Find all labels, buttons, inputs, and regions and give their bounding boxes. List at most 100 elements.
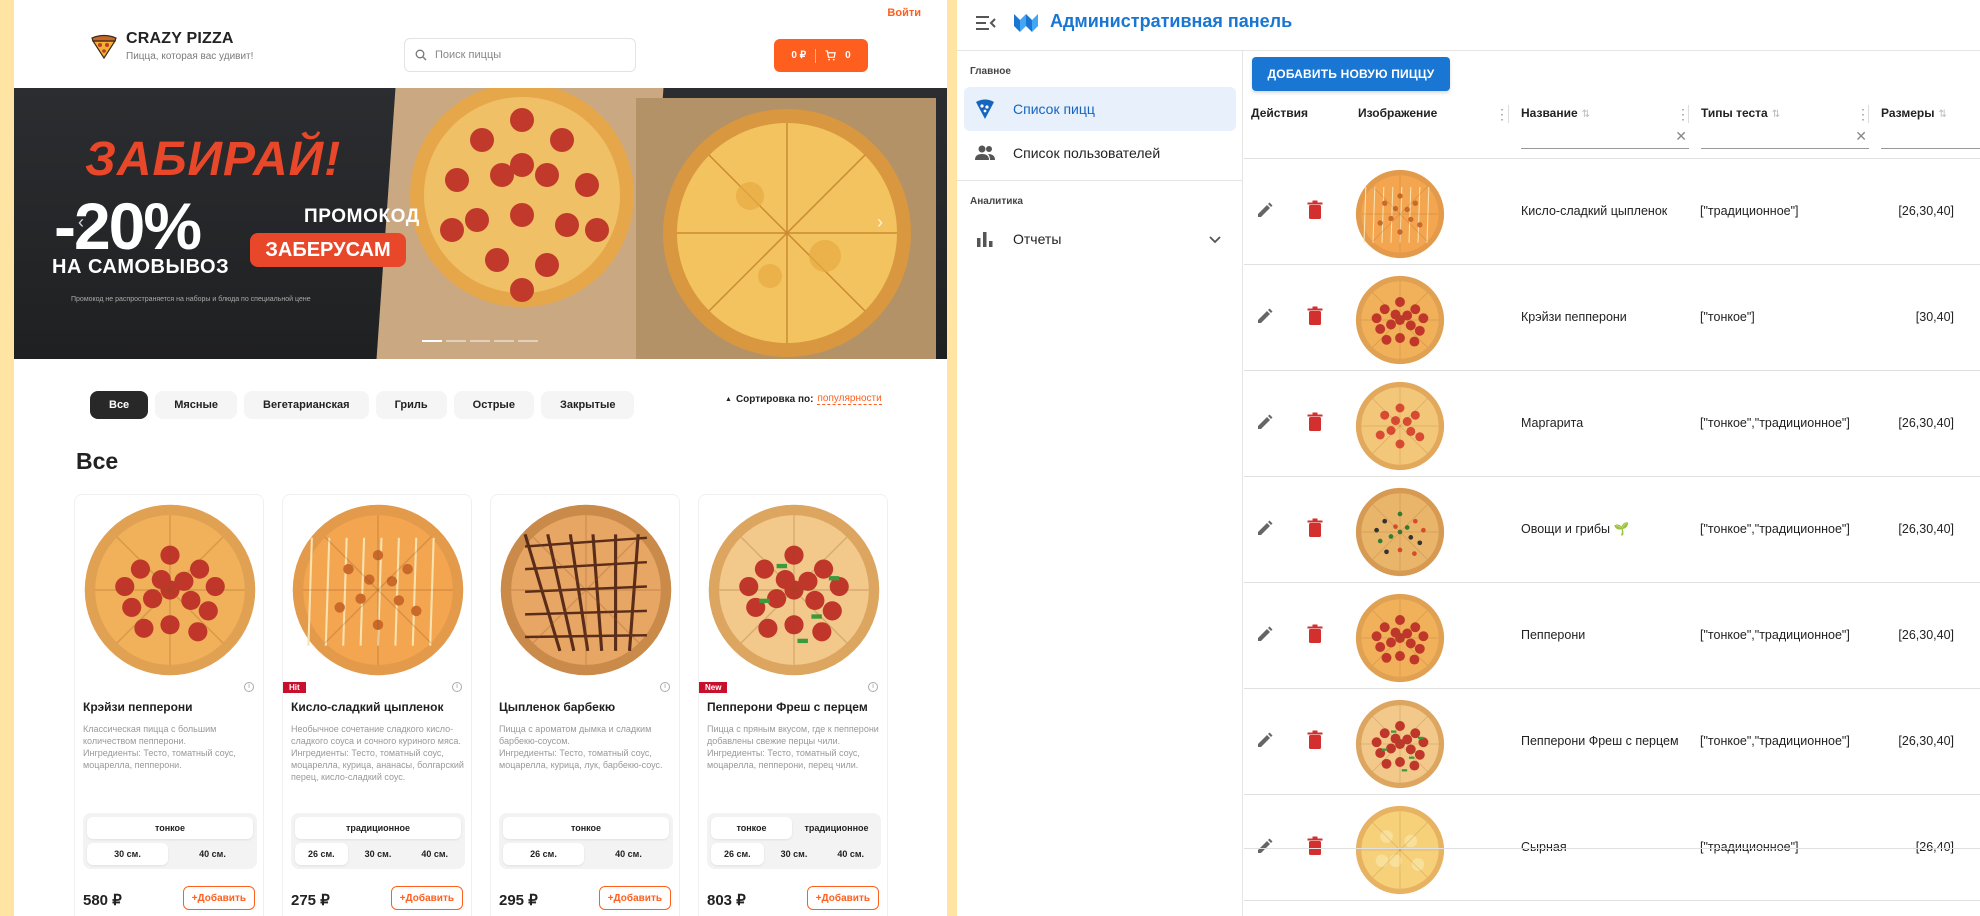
- size-option[interactable]: 26 см.: [503, 843, 584, 865]
- info-icon[interactable]: i: [244, 682, 254, 692]
- dough-option[interactable]: тонкое: [87, 817, 253, 839]
- table-row[interactable]: Кисло-сладкий цыпленок ["традиционное"] [2…: [1244, 160, 1980, 265]
- add-pizza-button[interactable]: ДОБАВИТЬ НОВУЮ ПИЦЦУ: [1252, 57, 1450, 91]
- add-to-cart-button[interactable]: +Добавить: [806, 886, 879, 910]
- sort-icon[interactable]: ⇅: [1938, 109, 1946, 120]
- edit-icon[interactable]: [1255, 624, 1275, 644]
- table-row[interactable]: Пепперони Фреш с перцем ["тонкое","традиц…: [1244, 690, 1980, 795]
- size-option[interactable]: 30 см.: [352, 843, 405, 865]
- slide-dot[interactable]: [446, 340, 466, 342]
- edit-icon[interactable]: [1255, 836, 1275, 856]
- product-options: тонкое 26 см. 40 см.: [499, 813, 673, 869]
- info-icon[interactable]: i: [660, 682, 670, 692]
- category-tab[interactable]: Вегетарианская: [244, 391, 369, 419]
- column-header-image[interactable]: Изображение: [1358, 106, 1437, 120]
- slide-dot[interactable]: [494, 340, 514, 342]
- dough-option[interactable]: традиционное: [796, 817, 877, 839]
- size-option[interactable]: 40 см.: [824, 843, 877, 865]
- sizes-filter-input[interactable]: [1881, 125, 1980, 149]
- info-icon[interactable]: i: [452, 682, 462, 692]
- edit-icon[interactable]: [1255, 518, 1275, 538]
- column-separator[interactable]: [1868, 105, 1869, 123]
- bar-chart-icon: [977, 232, 993, 247]
- name-filter-input[interactable]: ✕: [1521, 125, 1689, 149]
- delete-icon[interactable]: [1306, 518, 1324, 538]
- table-row[interactable]: Пепперони ["тонкое","традиционное"] [26,30…: [1244, 584, 1980, 689]
- sidebar-item-reports[interactable]: Отчеты: [964, 217, 1236, 261]
- slide-dot[interactable]: [518, 340, 538, 342]
- prev-slide-icon[interactable]: ‹: [71, 212, 91, 232]
- size-option[interactable]: 30 см.: [87, 843, 168, 865]
- size-option[interactable]: 40 см.: [172, 843, 253, 865]
- column-header-name[interactable]: Название ⇅: [1521, 106, 1590, 120]
- promo-banner[interactable]: ЗАБИРАЙ! -20% НА САМОВЫВОЗ ПРОМОКОД ЗАБЕ…: [14, 88, 947, 359]
- login-link[interactable]: Войти: [887, 7, 921, 19]
- add-to-cart-button[interactable]: +Добавить: [598, 886, 671, 910]
- clear-filter-icon[interactable]: ✕: [1675, 128, 1687, 145]
- category-tab[interactable]: Мясные: [155, 391, 238, 419]
- cart-button[interactable]: 0 ₽ 0: [774, 39, 868, 72]
- info-icon[interactable]: i: [868, 682, 878, 692]
- add-to-cart-button[interactable]: +Добавить: [182, 886, 255, 910]
- sidebar-item-users[interactable]: Список пользователей: [964, 131, 1236, 175]
- category-tab[interactable]: Все: [90, 391, 149, 419]
- table-row[interactable]: Маргарита ["тонкое","традиционное"] [26,30…: [1244, 372, 1980, 477]
- delete-icon[interactable]: [1306, 412, 1324, 432]
- sidebar-item-pizzas[interactable]: Список пицц: [964, 87, 1236, 131]
- category-tab[interactable]: Закрытые: [540, 391, 635, 419]
- product-image[interactable]: [291, 503, 465, 682]
- sort-value[interactable]: популярности: [817, 393, 882, 405]
- dough-option[interactable]: тонкое: [711, 817, 792, 839]
- dough-option[interactable]: тонкое: [503, 817, 669, 839]
- size-option[interactable]: 30 см.: [768, 843, 821, 865]
- column-separator[interactable]: [1688, 105, 1689, 123]
- delete-icon[interactable]: [1306, 200, 1324, 220]
- admin-window: Административная панель Главное Список п…: [957, 0, 1980, 916]
- size-option[interactable]: 40 см.: [408, 843, 461, 865]
- edit-icon[interactable]: [1255, 306, 1275, 326]
- size-option[interactable]: 26 см.: [295, 843, 348, 865]
- product-image[interactable]: [499, 503, 673, 682]
- category-tab[interactable]: Гриль: [375, 391, 447, 419]
- search-box[interactable]: [404, 38, 636, 72]
- slide-dot[interactable]: [470, 340, 490, 342]
- slide-indicators[interactable]: [422, 340, 538, 342]
- column-separator[interactable]: [1508, 105, 1509, 123]
- column-menu-icon[interactable]: ⋮: [1676, 106, 1690, 123]
- add-to-cart-button[interactable]: +Добавить: [390, 886, 463, 910]
- edit-icon[interactable]: [1255, 412, 1275, 432]
- product-name: Крэйзи пепперони: [83, 700, 193, 714]
- product-image[interactable]: [707, 503, 881, 682]
- delete-icon[interactable]: [1306, 836, 1324, 856]
- sort-icon[interactable]: ⇅: [1582, 109, 1590, 120]
- column-menu-icon[interactable]: ⋮: [1495, 106, 1509, 123]
- search-input[interactable]: [433, 48, 623, 62]
- delete-icon[interactable]: [1306, 730, 1324, 750]
- delete-icon[interactable]: [1306, 306, 1324, 326]
- slide-dot[interactable]: [422, 340, 442, 342]
- table-row[interactable]: Крэйзи пепперони ["тонкое"] [30,40]: [1244, 266, 1980, 371]
- clear-filter-icon[interactable]: ✕: [1855, 128, 1867, 145]
- column-header-sizes[interactable]: Размеры ⇅: [1881, 106, 1947, 120]
- table-row[interactable]: Овощи и грибы 🌱 ["тонкое","традиционное"]…: [1244, 478, 1980, 583]
- chevron-down-icon[interactable]: [1208, 232, 1222, 246]
- next-slide-icon[interactable]: ›: [870, 212, 890, 232]
- sort-control[interactable]: ▲ Сортировка по: популярности: [725, 393, 882, 405]
- product-image[interactable]: [83, 503, 257, 682]
- column-menu-icon[interactable]: ⋮: [1856, 106, 1870, 123]
- edit-icon[interactable]: [1255, 200, 1275, 220]
- category-tab[interactable]: Острые: [453, 391, 534, 419]
- cell-dough-types: ["тонкое","традиционное"]: [1700, 416, 1850, 430]
- menu-collapse-icon[interactable]: [975, 14, 997, 32]
- column-header-types[interactable]: Типы теста ⇅: [1701, 106, 1780, 120]
- logo[interactable]: CRAZY PIZZA Пицца, которая вас удивит!: [90, 30, 253, 62]
- size-selector: 30 см. 40 см.: [87, 843, 253, 865]
- delete-icon[interactable]: [1306, 624, 1324, 644]
- size-option[interactable]: 26 см.: [711, 843, 764, 865]
- edit-icon[interactable]: [1255, 730, 1275, 750]
- sort-icon[interactable]: ⇅: [1772, 109, 1780, 120]
- cell-dough-types: ["тонкое","традиционное"]: [1700, 628, 1850, 642]
- dough-option[interactable]: традиционное: [295, 817, 461, 839]
- types-filter-input[interactable]: ✕: [1701, 125, 1869, 149]
- size-option[interactable]: 40 см.: [588, 843, 669, 865]
